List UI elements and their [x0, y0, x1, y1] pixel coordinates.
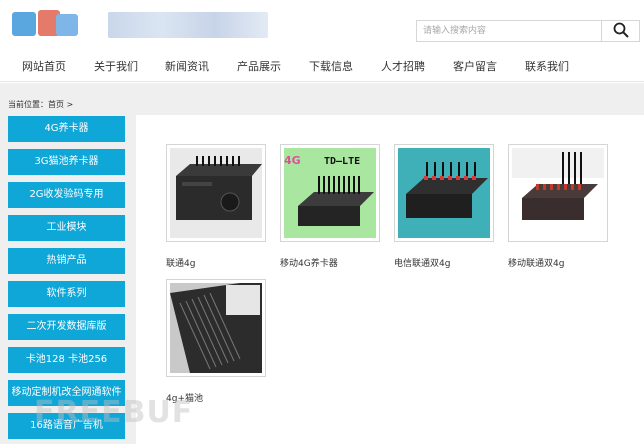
product-card: 移动联通双4g [508, 144, 608, 269]
breadcrumb: 当前位置：首页 > [8, 100, 74, 109]
product-card: 4G TD—LTE 移动4G养卡器 [280, 144, 380, 269]
sidebar-item-4g-card-raiser[interactable]: 4G养卡器 [8, 116, 125, 142]
svg-text:4G: 4G [284, 154, 301, 167]
product-name[interactable]: 移动联通双4g [508, 256, 608, 269]
sidebar-item-2g-sms[interactable]: 2G收发验码专用 [8, 182, 125, 208]
product-image-label: TD—LTE [324, 156, 360, 167]
sidebar-item-card-pool[interactable]: 卡池128 卡池256 [8, 347, 125, 373]
site-name-blurred [108, 12, 268, 38]
nav-item-contact[interactable]: 联系我们 [525, 52, 569, 82]
product-image[interactable]: 4G TD—LTE [280, 144, 380, 242]
nav-item-news[interactable]: 新闻资讯 [165, 52, 209, 82]
product-grid: 联通4g 4G TD—LTE 移动4G养卡器 电信联通双4g 移动联通双4g 4… [136, 115, 644, 444]
sidebar-item-hot-products[interactable]: 热销产品 [8, 248, 125, 274]
sidebar-item-software[interactable]: 软件系列 [8, 281, 125, 307]
nav-item-about[interactable]: 关于我们 [94, 52, 138, 82]
search-input[interactable] [416, 20, 602, 42]
product-name[interactable]: 联通4g [166, 256, 266, 269]
product-card: 4g+猫池 [166, 279, 266, 404]
product-name[interactable]: 电信联通双4g [394, 256, 494, 269]
watermark: FREEBUF [34, 395, 194, 430]
nav-item-home[interactable]: 网站首页 [22, 52, 66, 82]
search-icon [613, 22, 629, 41]
sidebar-item-sdk-database[interactable]: 二次开发数据库版 [8, 314, 125, 340]
nav-item-guestbook[interactable]: 客户留言 [453, 52, 497, 82]
main-nav: 网站首页 关于我们 新闻资讯 产品展示 下载信息 人才招聘 客户留言 联系我们 [0, 52, 644, 82]
nav-item-jobs[interactable]: 人才招聘 [381, 52, 425, 82]
product-card: 电信联通双4g [394, 144, 494, 269]
nav-item-downloads[interactable]: 下载信息 [309, 52, 353, 82]
product-image[interactable] [166, 144, 266, 242]
product-image[interactable] [166, 279, 266, 377]
site-logo[interactable] [12, 10, 82, 40]
product-image[interactable] [508, 144, 608, 242]
page-body: 当前位置：首页 > 4G养卡器 3G猫池养卡器 2G收发验码专用 工业模块 热销… [0, 83, 644, 444]
product-image[interactable] [394, 144, 494, 242]
nav-item-products[interactable]: 产品展示 [237, 52, 281, 82]
search-button[interactable] [602, 20, 640, 42]
search-bar [416, 20, 640, 42]
sidebar-item-3g-modem-pool[interactable]: 3G猫池养卡器 [8, 149, 125, 175]
product-card: 联通4g [166, 144, 266, 269]
site-header [0, 0, 644, 52]
product-name[interactable]: 移动4G养卡器 [280, 256, 380, 269]
sidebar-item-industrial-module[interactable]: 工业模块 [8, 215, 125, 241]
